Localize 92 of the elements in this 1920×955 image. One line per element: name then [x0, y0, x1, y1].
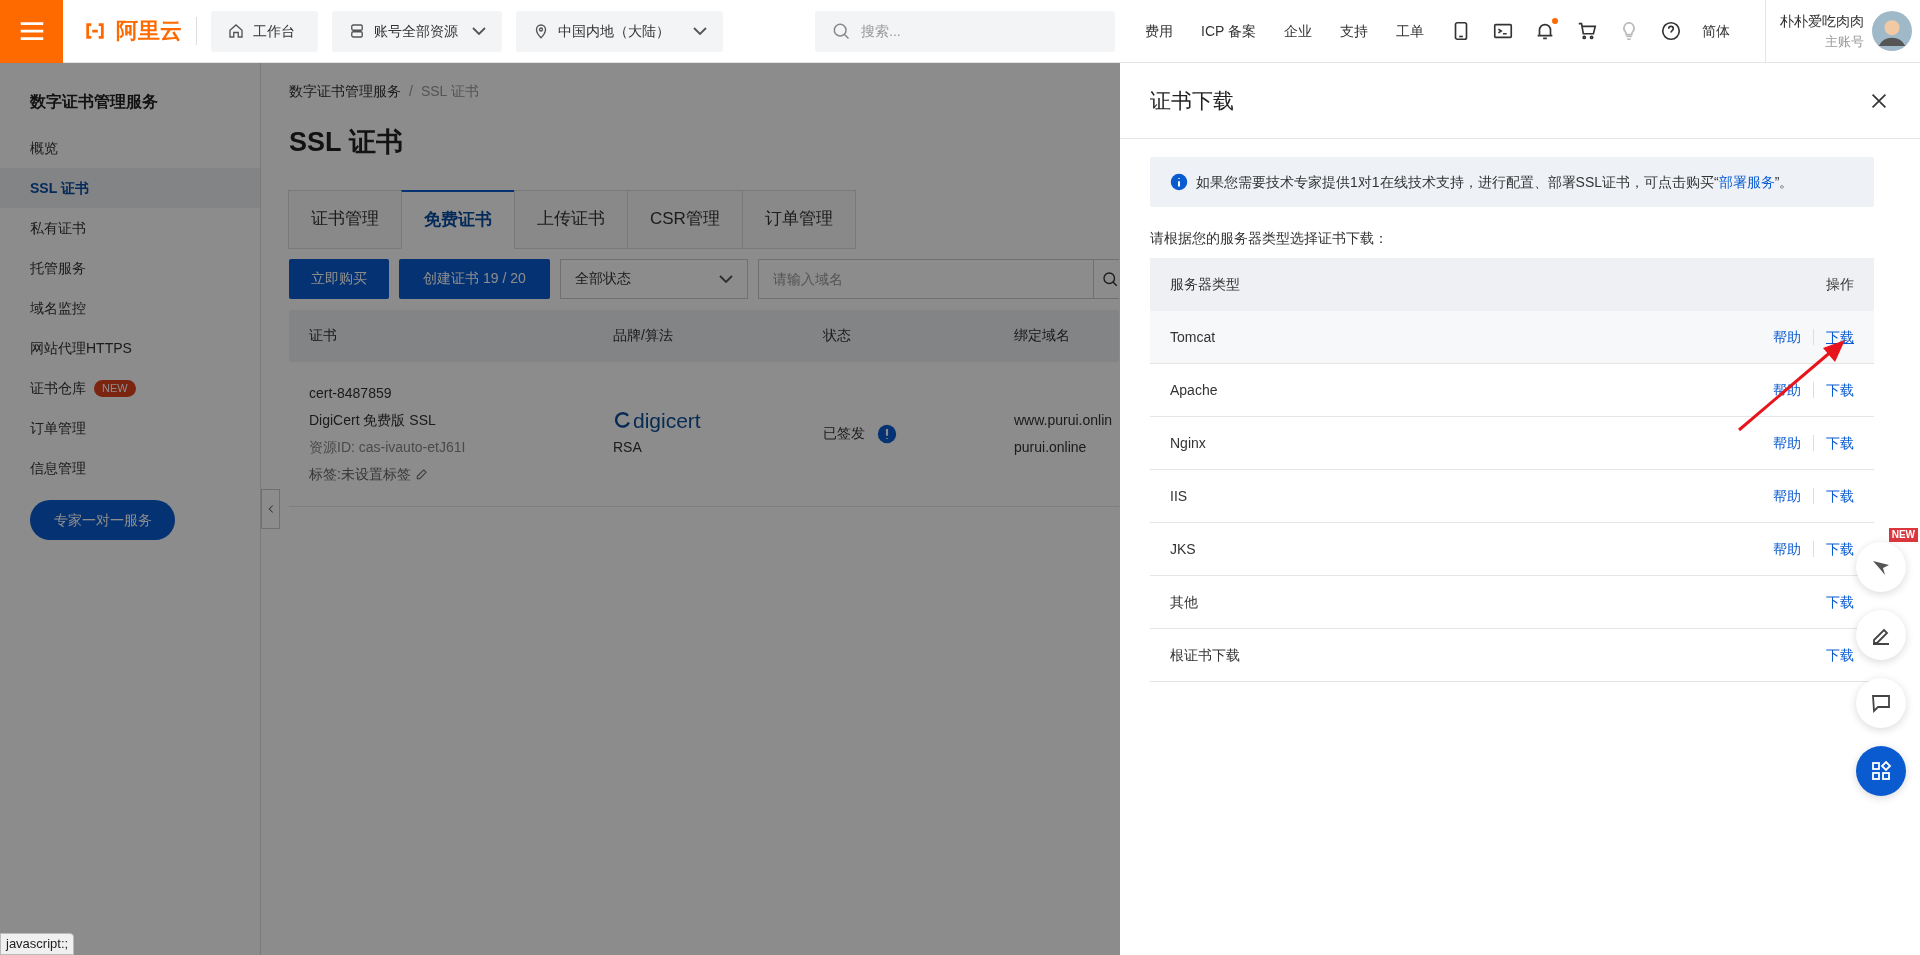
- create-certificate-button[interactable]: 创建证书 19 / 20: [399, 258, 550, 299]
- ring-icon: [613, 410, 633, 430]
- sidebar-item[interactable]: 证书仓库 NEW: [0, 368, 260, 408]
- column-header: 状态: [823, 326, 852, 345]
- new-badge: NEW: [94, 379, 136, 397]
- server-type: Tomcat: [1170, 327, 1217, 347]
- column-header: 品牌/算法: [613, 326, 674, 345]
- chevron-down-icon: [472, 27, 486, 35]
- pencil-icon: [414, 467, 429, 481]
- nav-link[interactable]: 费用: [1145, 20, 1173, 42]
- help-link[interactable]: 帮助: [1773, 538, 1801, 560]
- sidebar-item[interactable]: 域名监控: [0, 288, 260, 328]
- tags-text: 标签:未设置标签: [309, 464, 411, 484]
- workbench-button[interactable]: 工作台: [211, 10, 318, 52]
- sidebar-item[interactable]: 概览: [0, 128, 260, 168]
- account-role: 主账号: [1825, 32, 1864, 51]
- certificate-name: cert-8487859: [309, 383, 393, 403]
- help-link[interactable]: 帮助: [1773, 485, 1801, 507]
- nav-link[interactable]: ICP 备案: [1201, 20, 1256, 42]
- resource-select[interactable]: 账号全部资源: [332, 10, 502, 52]
- nav-link[interactable]: 工单: [1396, 20, 1424, 42]
- region-select[interactable]: 中国内地（大陆）: [516, 10, 723, 52]
- download-link[interactable]: 下载: [1826, 485, 1854, 507]
- server-type: Apache: [1170, 380, 1219, 400]
- download-link[interactable]: 下载: [1826, 591, 1854, 613]
- resource-id: 资源ID: cas-ivauto-etJ61I: [309, 437, 467, 457]
- exclamation-icon: [877, 423, 897, 444]
- algorithm-text: RSA: [613, 437, 643, 457]
- server-type: Nginx: [1170, 433, 1207, 453]
- menu-button[interactable]: [0, 0, 63, 63]
- page-title: SSL 证书: [289, 126, 404, 159]
- breadcrumb-separator: /: [409, 82, 413, 101]
- cart-icon: [1576, 20, 1598, 42]
- avatar-icon: [1872, 11, 1912, 51]
- search-button[interactable]: [1094, 258, 1119, 299]
- download-link[interactable]: 下载: [1826, 379, 1854, 401]
- product-name: DigiCert 免费版 SSL: [309, 410, 437, 430]
- digicert-logo: digicert: [613, 409, 823, 431]
- sidebar-item[interactable]: 私有证书: [0, 208, 260, 248]
- buy-button[interactable]: 立即购买: [289, 258, 389, 299]
- tab[interactable]: 免费证书: [401, 189, 515, 249]
- nav-link[interactable]: 支持: [1340, 20, 1368, 42]
- server-type: JKS: [1170, 539, 1197, 559]
- cart-button[interactable]: [1576, 20, 1598, 42]
- chevron-down-icon: [693, 27, 707, 35]
- search-field[interactable]: 搜索...: [815, 10, 1115, 52]
- sidebar-item[interactable]: 托管服务: [0, 248, 260, 288]
- tab[interactable]: CSR管理: [627, 189, 743, 249]
- column-header: 操作: [1826, 275, 1854, 294]
- sidebar-item[interactable]: 订单管理: [0, 408, 260, 448]
- home-icon: [227, 22, 245, 40]
- info-icon: [1170, 173, 1188, 191]
- sidebar-item[interactable]: SSL 证书: [0, 168, 260, 208]
- column-header: 证书: [308, 326, 338, 345]
- sidebar-title: 数字证书管理服务: [29, 92, 159, 112]
- tab[interactable]: 证书管理: [288, 189, 402, 249]
- status-text: 已签发: [823, 424, 865, 443]
- help-link[interactable]: 帮助: [1773, 326, 1801, 348]
- help-button[interactable]: [1660, 20, 1682, 42]
- column-header: 绑定域名: [1014, 326, 1071, 345]
- tab[interactable]: 上传证书: [514, 189, 628, 249]
- apps-icon: [1869, 759, 1893, 783]
- notice-text: 如果您需要技术专家提供1对1在线技术支持，进行配置、部署SSL证书，可点击购买“部署服务”。: [1196, 172, 1794, 192]
- download-link[interactable]: 下载: [1826, 326, 1854, 348]
- server-icon: [348, 22, 366, 40]
- user-name[interactable]: 朴朴爱吃肉肉: [1780, 10, 1864, 32]
- status-tooltip: javascript:;: [0, 933, 75, 955]
- download-link[interactable]: 下载: [1826, 644, 1854, 666]
- server-type: 根证书下载: [1170, 645, 1241, 665]
- expert-service-button[interactable]: 专家一对一服务: [30, 500, 175, 540]
- help-icon: [1660, 20, 1682, 42]
- drawer-title: 证书下载: [1150, 87, 1234, 114]
- search-icon: [1101, 269, 1119, 288]
- chevron-down-icon: [719, 274, 733, 283]
- breadcrumb-item[interactable]: 数字证书管理服务: [289, 81, 401, 102]
- server-type: IIS: [1170, 486, 1189, 506]
- domain-text: www.purui.onlin: [1014, 410, 1113, 430]
- language-link[interactable]: 简体: [1702, 20, 1730, 42]
- sidebar-item[interactable]: 信息管理: [0, 448, 260, 488]
- domain-text: purui.online: [1014, 437, 1087, 457]
- nav-link[interactable]: 企业: [1284, 20, 1312, 42]
- column-header: 服务器类型: [1170, 275, 1240, 294]
- new-badge: NEW: [1888, 528, 1918, 542]
- instruction-text: 请根据您的服务器类型选择证书下载：: [1150, 229, 1389, 248]
- deploy-service-link[interactable]: 部署服务: [1718, 173, 1775, 190]
- tab[interactable]: 订单管理: [741, 189, 856, 249]
- status-select[interactable]: 全部状态: [560, 258, 748, 299]
- server-type: 其他: [1170, 592, 1199, 612]
- download-link[interactable]: 下载: [1826, 432, 1854, 454]
- help-link[interactable]: 帮助: [1773, 432, 1801, 454]
- sidebar-item[interactable]: 网站代理HTTPS: [0, 328, 260, 368]
- download-link[interactable]: 下载: [1826, 538, 1854, 560]
